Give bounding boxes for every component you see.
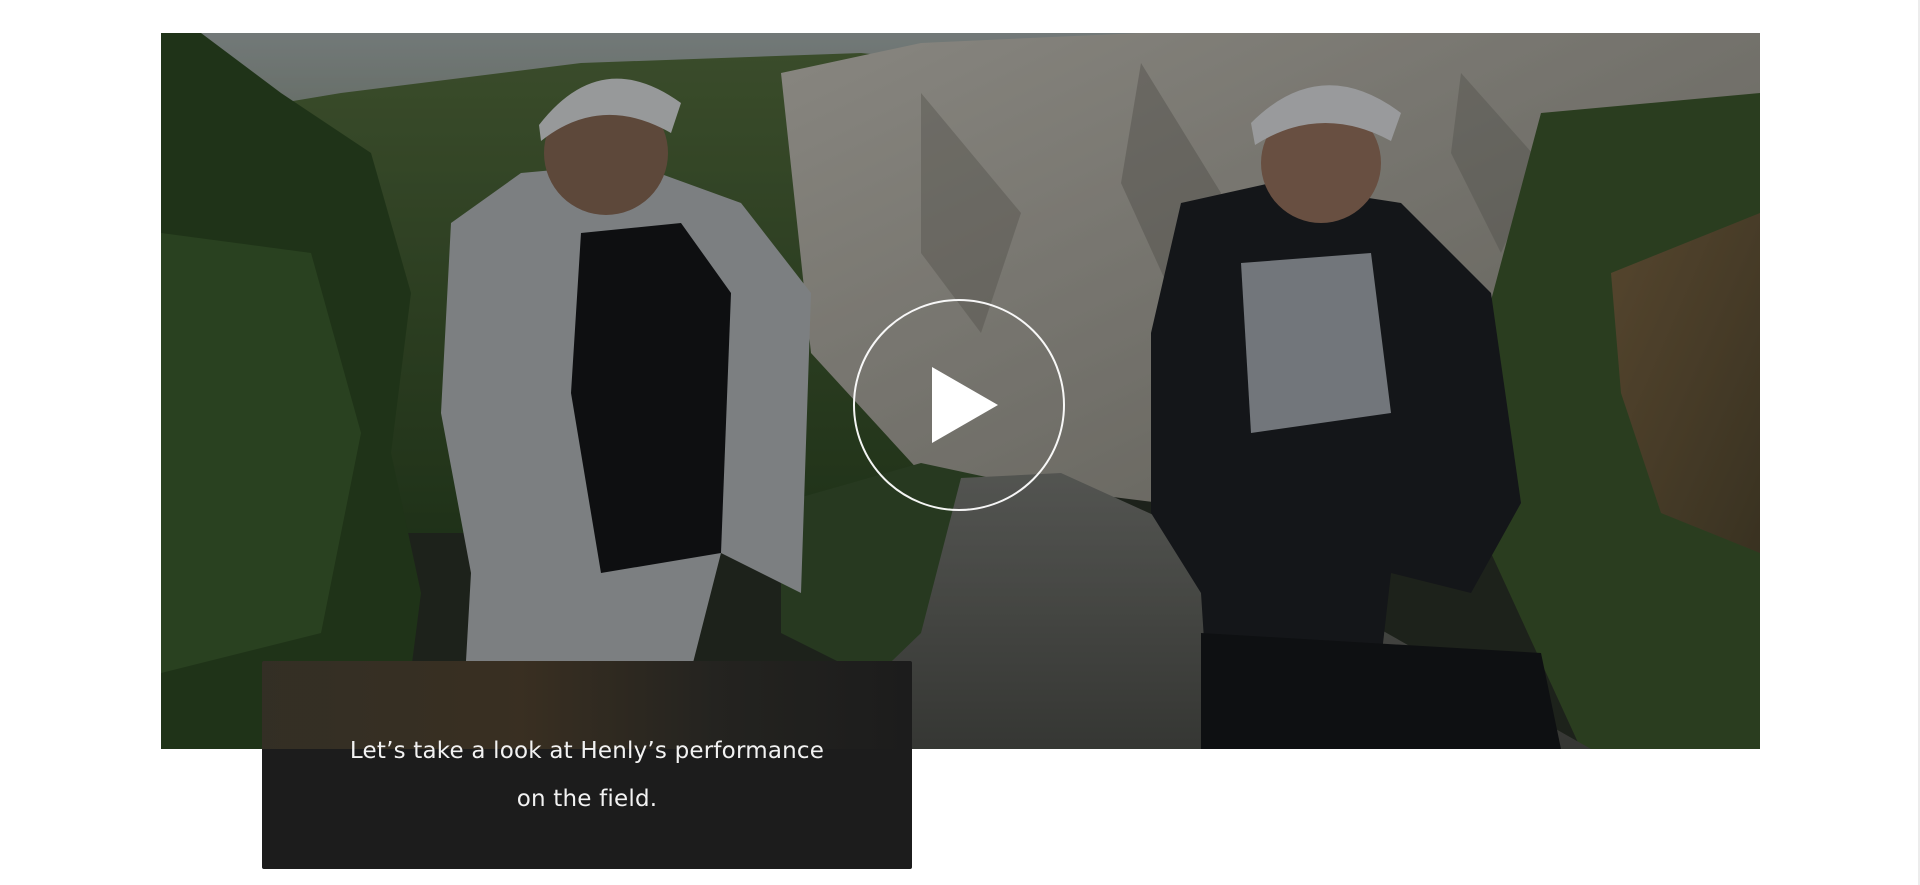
- caption-text: Let’s take a look at Henly’s performance…: [262, 727, 912, 823]
- video-player[interactable]: [161, 33, 1760, 749]
- caption-line-1: Let’s take a look at Henly’s performance: [349, 738, 825, 764]
- play-button[interactable]: [853, 299, 1065, 511]
- play-icon: [932, 367, 998, 443]
- caption-card: Let’s take a look at Henly’s performance…: [262, 661, 912, 869]
- caption-line-2: on the field.: [516, 786, 658, 812]
- page: Let’s take a look at Henly’s performance…: [0, 0, 1920, 885]
